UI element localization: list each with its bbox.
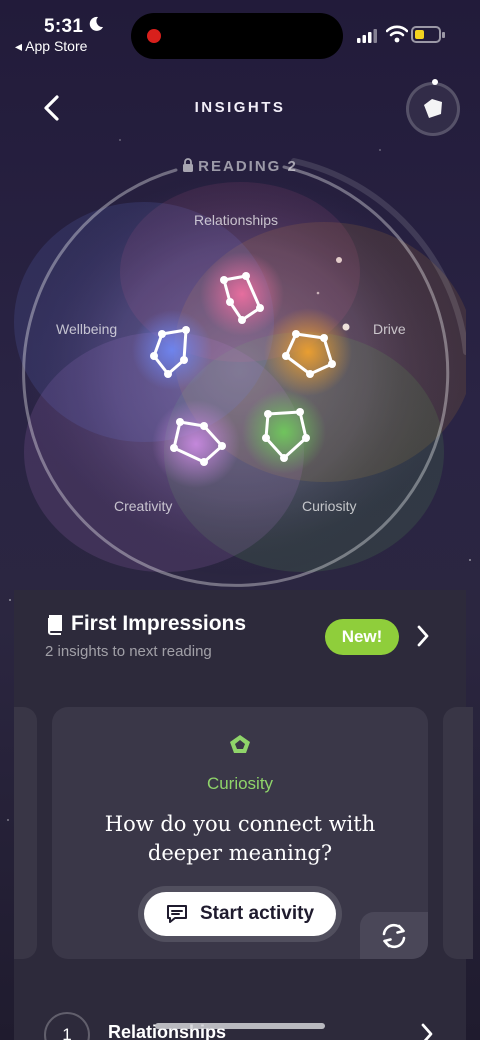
label-drive: Drive: [373, 321, 406, 337]
refresh-button[interactable]: [360, 912, 428, 959]
moon-icon: [88, 16, 104, 37]
chevron-right-icon[interactable]: [416, 624, 430, 653]
book-icon: [47, 615, 63, 635]
back-to-app-link[interactable]: ◂ App Store: [15, 38, 87, 55]
reading-label: READING 2: [0, 158, 480, 175]
status-bar: 5:31 ◂ App Store: [0, 0, 480, 70]
gem-icon: [424, 99, 442, 118]
cellular-signal-icon: [357, 29, 377, 43]
battery-level: [415, 30, 424, 39]
curiosity-constellation[interactable]: [242, 390, 326, 474]
refresh-icon: [382, 923, 406, 948]
wellbeing-constellation[interactable]: [132, 310, 212, 390]
new-badge: New!: [325, 619, 399, 655]
drive-constellation[interactable]: [264, 308, 352, 396]
battery-icon: [411, 26, 445, 43]
impressions-title[interactable]: First Impressions: [71, 612, 246, 636]
label-relationships: Relationships: [194, 212, 279, 228]
status-time: 5:31: [44, 16, 84, 37]
previous-card[interactable]: [14, 707, 37, 959]
next-card[interactable]: [443, 707, 473, 959]
curiosity-icon: [229, 734, 251, 759]
creativity-constellation[interactable]: [152, 400, 240, 488]
impressions-subtitle: 2 insights to next reading: [45, 643, 212, 660]
relationships-constellation[interactable]: [200, 252, 284, 336]
progress-dot: [432, 79, 438, 85]
wifi-icon: [386, 25, 408, 43]
home-indicator: [155, 1023, 325, 1029]
card-category: Curiosity: [206, 774, 274, 793]
label-creativity: Creativity: [114, 498, 173, 514]
constellation-profile-button[interactable]: [406, 82, 460, 136]
lock-icon: [183, 158, 194, 172]
start-activity-button[interactable]: Start activity: [144, 892, 336, 936]
chevron-right-icon[interactable]: [420, 1022, 434, 1040]
label-curiosity: Curiosity: [302, 498, 357, 514]
label-wellbeing: Wellbeing: [56, 321, 118, 337]
recording-indicator: [147, 29, 161, 43]
card-question: How do you connect with deeper meaning?: [104, 812, 376, 865]
start-activity-label: Start activity: [199, 903, 315, 924]
dynamic-island: [131, 13, 343, 59]
chat-icon: [166, 905, 187, 923]
reading-label-text: READING 2: [198, 158, 298, 175]
